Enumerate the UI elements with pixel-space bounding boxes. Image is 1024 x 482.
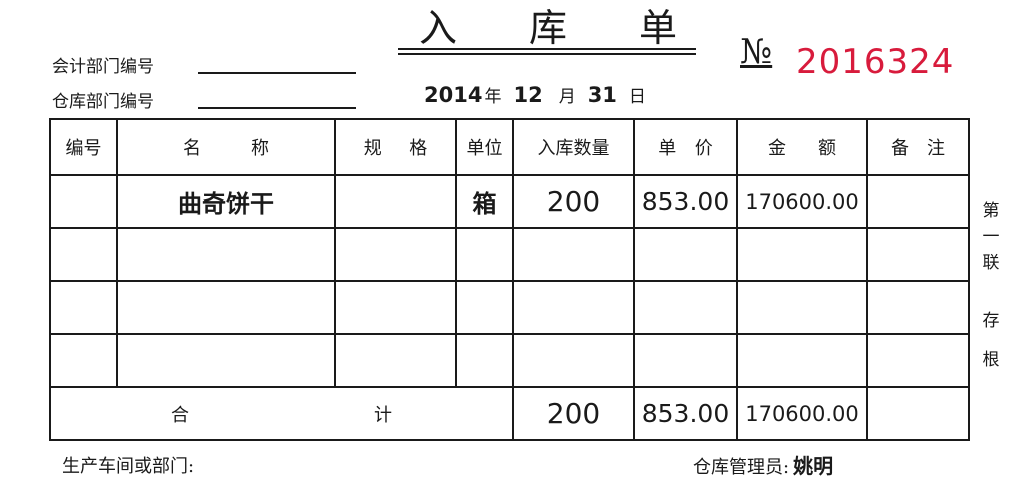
header-amount-char-2: 额: [818, 138, 836, 159]
title-char-1: 入: [418, 5, 457, 50]
cell-remark[interactable]: [866, 174, 970, 229]
stub-note-char-1: 存: [982, 311, 1000, 331]
table-row: [49, 227, 970, 282]
total-label-char-2: 计: [374, 404, 392, 426]
header-name-char-1: 名: [183, 138, 201, 159]
table-header-row: 编号 名称 规格 单位 入库数量 单价 金额 备注: [49, 118, 970, 176]
keeper-label: 仓库管理员:: [693, 457, 790, 478]
header-name: 名称: [116, 118, 336, 176]
cell-remark[interactable]: [866, 280, 970, 335]
header-spec-char-1: 规: [363, 138, 382, 159]
cell-amount[interactable]: [736, 227, 868, 282]
header-name-char-2: 称: [251, 138, 269, 159]
header-price: 单价: [633, 118, 738, 176]
total-price: 853.00: [633, 386, 738, 441]
warehouse-keeper: 仓库管理员: 姚明: [693, 450, 833, 479]
copy-note-char-2: 一: [982, 227, 1000, 247]
header-amount: 金额: [736, 118, 868, 176]
stub-note-char-2: 根: [982, 350, 1000, 370]
cell-qty[interactable]: [512, 333, 635, 388]
cell-no[interactable]: [49, 174, 118, 229]
cell-unit[interactable]: 箱: [455, 174, 514, 229]
date-day-unit: 日: [628, 87, 646, 107]
table-row: [49, 280, 970, 335]
total-amount: 170600.00: [736, 386, 868, 441]
total-label: 合计: [49, 386, 514, 441]
header-remark: 备注: [866, 118, 970, 176]
total-remark: [866, 386, 970, 441]
cell-qty[interactable]: 200: [512, 174, 635, 229]
cell-name[interactable]: 曲奇饼干: [116, 174, 336, 229]
cell-amount[interactable]: [736, 280, 868, 335]
header-spec-char-2: 格: [409, 138, 428, 159]
header-price-char-1: 单: [658, 138, 677, 159]
cell-remark[interactable]: [866, 227, 970, 282]
total-row: 合计 200 853.00 170600.00: [49, 386, 970, 441]
cell-spec[interactable]: [334, 333, 457, 388]
total-qty: 200: [512, 386, 635, 441]
form-title: 入 库 单: [398, 2, 698, 50]
warehouse-dept-field[interactable]: [198, 107, 356, 109]
cell-no[interactable]: [49, 333, 118, 388]
table-row: [49, 333, 970, 388]
header-no: 编号: [49, 118, 118, 176]
header-unit: 单位: [455, 118, 514, 176]
cell-price[interactable]: [633, 227, 738, 282]
cell-remark[interactable]: [866, 333, 970, 388]
cell-unit[interactable]: [455, 333, 514, 388]
copy-note-char-1: 第: [982, 201, 1000, 221]
date-day: 31: [587, 83, 617, 107]
keeper-name: 姚明: [793, 454, 834, 478]
cell-spec[interactable]: [334, 174, 457, 229]
cell-price[interactable]: [633, 280, 738, 335]
production-dept-label: 生产车间或部门:: [62, 456, 195, 477]
cell-name[interactable]: [116, 227, 336, 282]
cell-name[interactable]: [116, 280, 336, 335]
title-char-3: 单: [638, 5, 677, 50]
cell-qty[interactable]: [512, 227, 635, 282]
receipt-table: 编号 名称 规格 单位 入库数量 单价 金额 备注 曲奇饼干 箱 200 853…: [49, 118, 970, 441]
date-month-unit: 月: [558, 87, 576, 107]
cell-name[interactable]: [116, 333, 336, 388]
title-underline-bottom: [398, 53, 696, 55]
copy-note-char-3: 联: [982, 253, 1000, 273]
cell-unit[interactable]: [455, 227, 514, 282]
table-row: 曲奇饼干 箱 200 853.00 170600.00: [49, 174, 970, 229]
warehouse-dept-label: 仓库部门编号: [52, 92, 154, 112]
cell-spec[interactable]: [334, 227, 457, 282]
stub-note: 存 根: [976, 306, 1006, 370]
copy-note: 第 一 联: [976, 196, 1006, 273]
date-year-unit: 年: [484, 87, 502, 107]
cell-spec[interactable]: [334, 280, 457, 335]
header-remark-char-2: 注: [927, 138, 945, 159]
cell-price[interactable]: [633, 333, 738, 388]
cell-amount[interactable]: 170600.00: [736, 174, 868, 229]
cell-qty[interactable]: [512, 280, 635, 335]
serial-number: 2016324: [796, 42, 955, 82]
date-month: 12: [513, 83, 543, 107]
serial-number-label: №: [740, 32, 773, 72]
header-spec: 规格: [334, 118, 457, 176]
cell-price[interactable]: 853.00: [633, 174, 738, 229]
cell-unit[interactable]: [455, 280, 514, 335]
entry-date: 2014 年 12 月 31 日: [424, 82, 652, 107]
header-price-char-2: 价: [694, 138, 713, 159]
date-year: 2014: [424, 83, 483, 107]
total-label-char-1: 合: [171, 404, 189, 426]
cell-no[interactable]: [49, 280, 118, 335]
header-amount-char-1: 金: [768, 138, 786, 159]
cell-no[interactable]: [49, 227, 118, 282]
header-qty: 入库数量: [512, 118, 635, 176]
cell-amount[interactable]: [736, 333, 868, 388]
title-char-2: 库: [528, 5, 567, 50]
title-underline-top: [398, 48, 696, 50]
header-remark-char-1: 备: [891, 138, 909, 159]
accounting-dept-label: 会计部门编号: [52, 57, 154, 77]
accounting-dept-field[interactable]: [198, 72, 356, 74]
